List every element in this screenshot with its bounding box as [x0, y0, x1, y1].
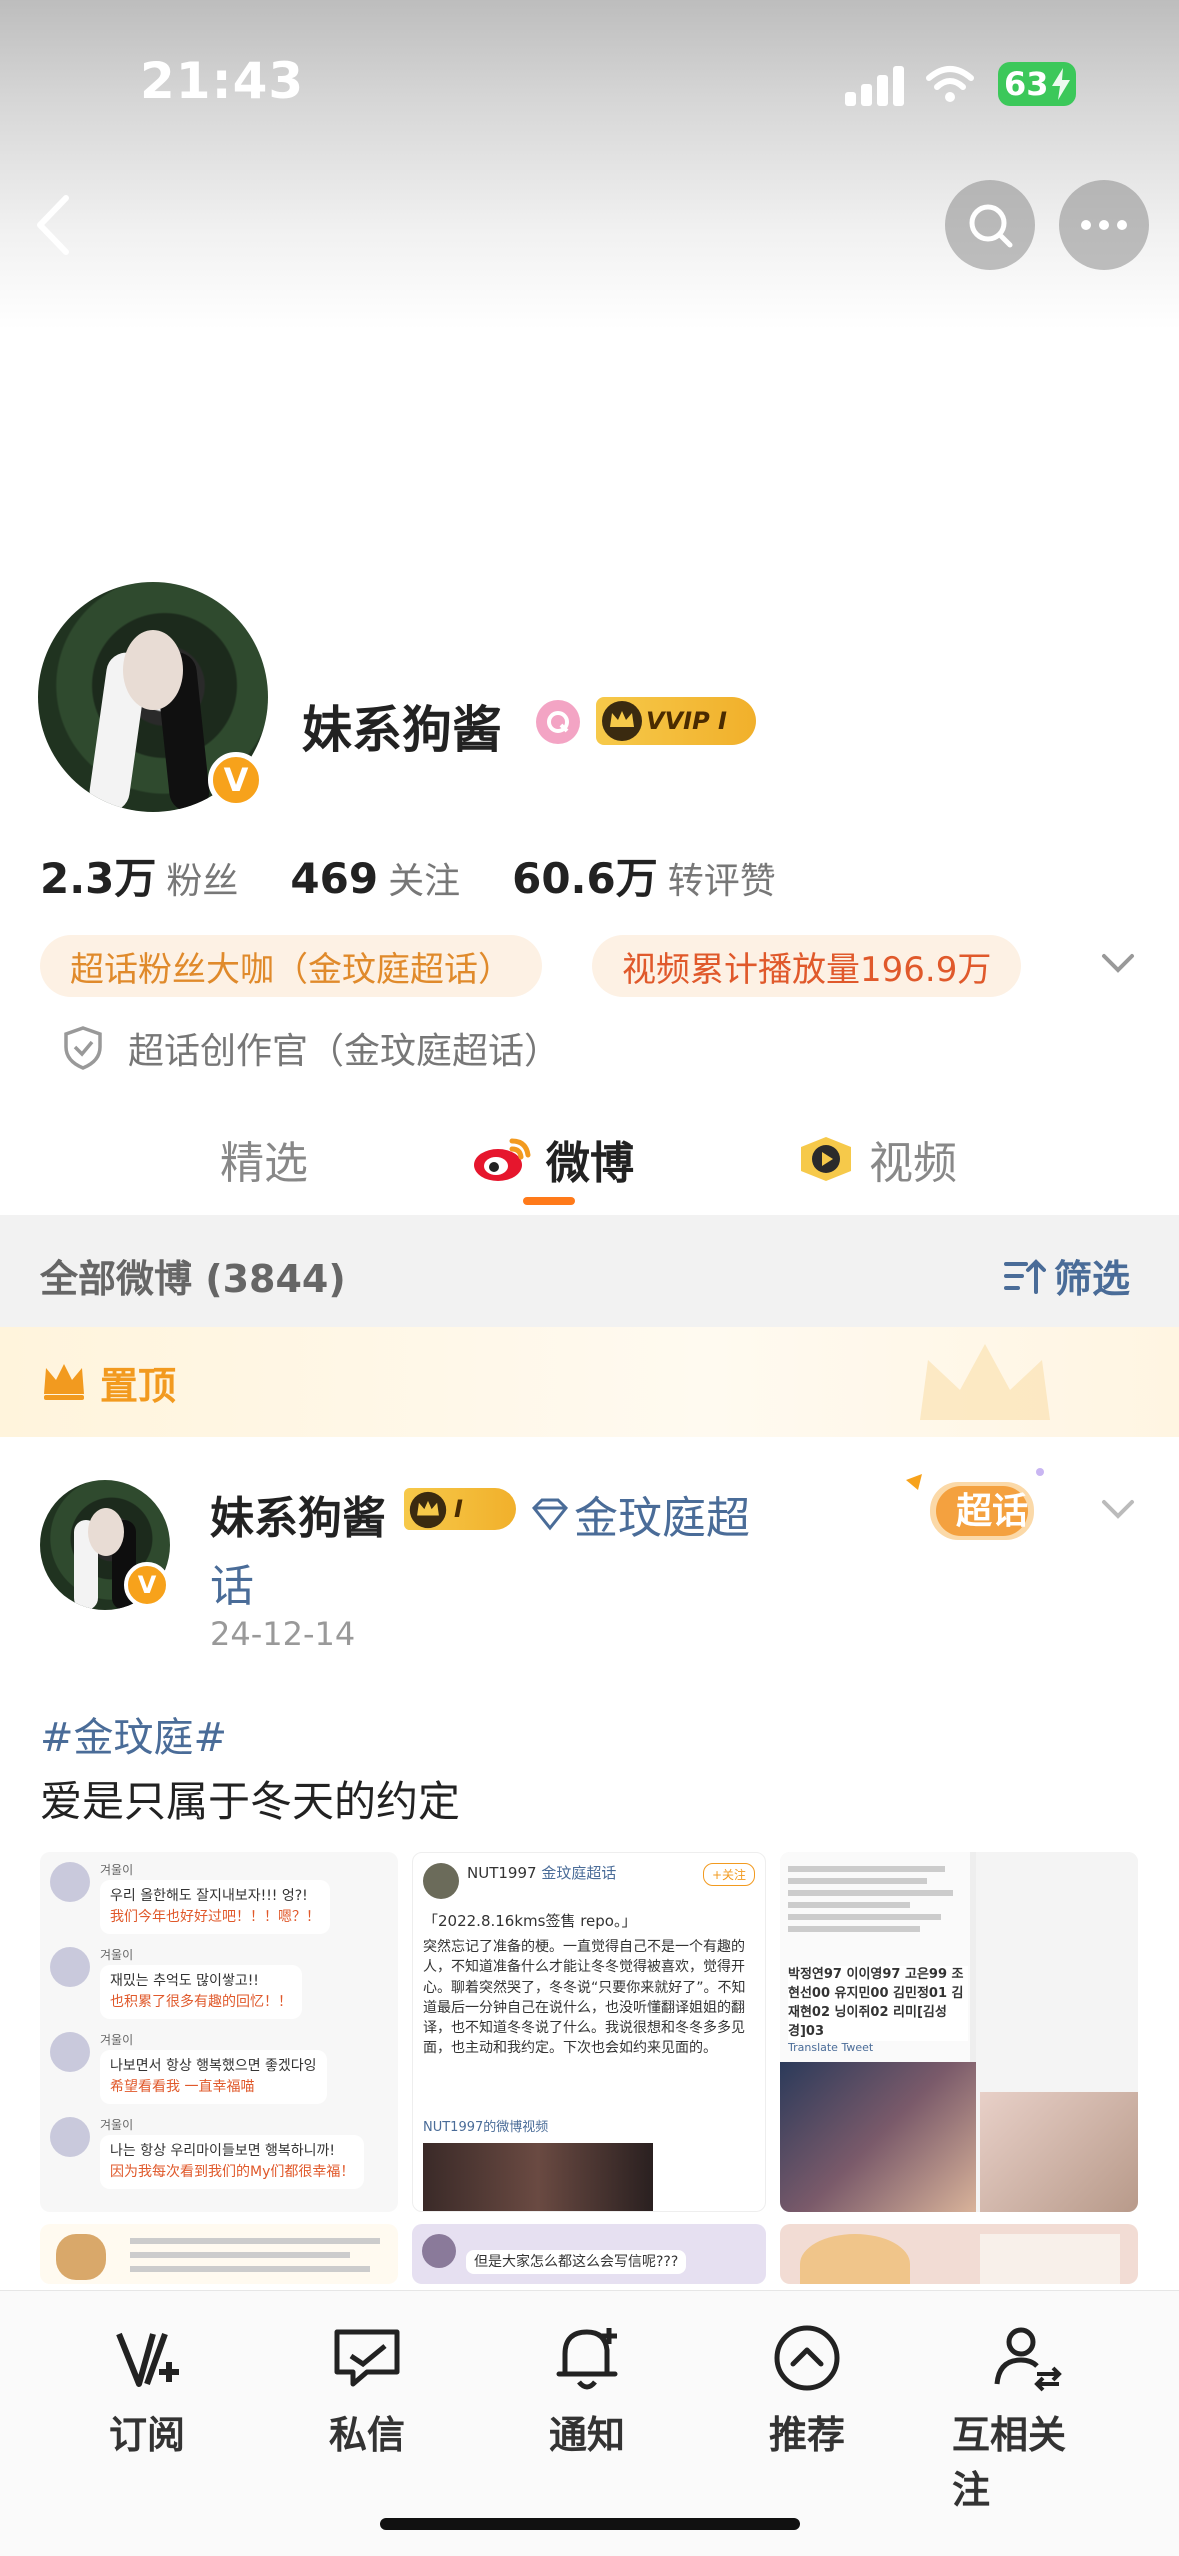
post-date: 24-12-14	[210, 1615, 356, 1653]
post-hashtag[interactable]: #金玟庭#	[40, 1705, 227, 1763]
tab-video[interactable]: 视频	[795, 1127, 957, 1191]
verified-v-icon: V	[124, 1562, 170, 1608]
fans-label[interactable]: 粉丝	[166, 852, 238, 904]
video-plays-chip[interactable]: 视频累计播放量196.9万	[592, 935, 1022, 997]
following-count[interactable]: 469	[290, 854, 378, 903]
creator-title[interactable]: 超话创作官（金玟庭超话）	[62, 1022, 560, 1074]
crown-icon	[409, 1491, 447, 1529]
more-dots-icon	[1081, 220, 1127, 230]
repost-video-link: NUT1997的微博视频	[423, 2120, 549, 2135]
post-image-3[interactable]: 박정연97 이이영97 고은99 조현선00 유지민00 김민정01 김재현02…	[780, 1852, 1138, 2212]
message-icon	[334, 2329, 400, 2387]
post-image-1[interactable]: 겨울이 우리 올한해도 잘지내보자!!! 엉?! 我们今年也好好过吧！！！嗯？！…	[40, 1852, 398, 2212]
level-badge[interactable]: I	[404, 1488, 516, 1530]
repost-video-still	[423, 2143, 653, 2211]
chevron-down-icon[interactable]	[1100, 952, 1136, 976]
post-author-name[interactable]: 妹系狗酱	[210, 1482, 386, 1546]
verified-v-icon: V	[208, 752, 264, 808]
video-play-icon	[801, 1137, 851, 1181]
filter-button[interactable]: 筛选	[1002, 1248, 1130, 1303]
pinned-crown-watermark-icon	[920, 1344, 1050, 1420]
post-image-2[interactable]: NUT1997 金玟庭超话 +关注 「2022.8.16kms签售 repo。」…	[412, 1852, 766, 2212]
search-icon	[969, 204, 1013, 248]
selfie-photo	[980, 2092, 1138, 2212]
repost-avatar	[423, 1863, 459, 1899]
status-time: 21:43	[140, 52, 305, 110]
header-background	[0, 0, 1179, 330]
crown-icon	[44, 1364, 84, 1400]
bell-icon	[556, 2328, 618, 2390]
repost-body: 突然忘记了准备的梗。一直觉得自己不是一个有趣的人，不知道准备什么才能让冬冬觉得被…	[423, 1939, 746, 2057]
signal-icon	[845, 64, 907, 106]
weibo-logo-icon	[474, 1138, 531, 1181]
bear-sticker	[56, 2234, 106, 2280]
nav-messages[interactable]: 私信	[292, 2318, 442, 2459]
nav-notifications[interactable]: 通知	[512, 2318, 662, 2459]
member-badge-icon[interactable]	[536, 700, 580, 744]
back-arrow-icon[interactable]	[30, 190, 80, 260]
home-indicator	[380, 2518, 800, 2530]
more-button[interactable]	[1059, 180, 1149, 270]
profile-name: 妹系狗酱	[302, 701, 502, 759]
subscribe-icon	[116, 2332, 179, 2387]
nav-subscribe[interactable]: 订阅	[72, 2318, 222, 2459]
nav-mutual-follow[interactable]: 互相关注	[952, 2318, 1102, 2514]
charging-bolt-icon	[1052, 68, 1070, 100]
recommend-icon	[774, 2325, 840, 2391]
supertopic-link-cont[interactable]: 话	[210, 1550, 254, 1614]
supertopic-fan-chip[interactable]: 超话粉丝大咖（金玟庭超话）	[40, 935, 542, 997]
tab-weibo[interactable]: 微博	[470, 1127, 634, 1191]
all-posts-count[interactable]: 全部微博 (3844)	[40, 1248, 346, 1303]
concert-photo	[780, 2062, 976, 2212]
shield-icon	[64, 1026, 102, 1070]
likes-count: 60.6万	[512, 854, 658, 903]
post-text: 爱是只属于冬天的约定	[40, 1777, 461, 1826]
crown-icon	[602, 701, 642, 741]
nav-recommend[interactable]: 推荐	[732, 2318, 882, 2459]
repost-follow-button: +关注	[702, 1863, 755, 1886]
active-tab-indicator	[523, 1197, 575, 1205]
post-image-5[interactable]: 但是大家怎么都这么会写信呢???	[412, 2224, 766, 2284]
search-button[interactable]	[945, 180, 1035, 270]
vvip-badge[interactable]: VVIP I	[596, 697, 756, 745]
tab-featured[interactable]: 精选	[220, 1127, 308, 1191]
chevron-down-icon[interactable]	[1100, 1498, 1136, 1522]
mutual-follow-icon	[994, 2327, 1062, 2392]
filter-icon	[1004, 1258, 1046, 1294]
pinned-label: 置顶	[100, 1364, 177, 1408]
likes-label: 转评赞	[667, 861, 776, 902]
member-names-list: 박정연97 이이영97 고은99 조현선00 유지민00 김민정01 김재현02…	[788, 1966, 968, 2042]
battery-indicator: 63	[998, 62, 1076, 106]
supertopic-link[interactable]: 金玟庭超	[530, 1482, 750, 1546]
post-image-6[interactable]	[780, 2224, 1138, 2284]
post-image-4[interactable]	[40, 2224, 398, 2284]
fans-count[interactable]: 2.3万	[40, 845, 156, 906]
profile-stats: 2.3万 粉丝 469 关注 60.6万 转评赞	[40, 845, 828, 906]
repost-header: NUT1997 金玟庭超话	[467, 1864, 617, 1882]
following-label[interactable]: 关注	[388, 852, 460, 904]
repost-quote: 「2022.8.16kms签售 repo。」	[423, 1912, 637, 1930]
supertopic-sticker-label: 超话	[956, 1491, 1029, 1532]
wifi-icon	[926, 66, 974, 102]
translate-tweet-link: Translate Tweet	[788, 2041, 874, 2054]
diamond-icon	[531, 1498, 569, 1531]
chat-question: 但是大家怎么都这么会写信呢???	[466, 2250, 687, 2275]
profile-tabs: 精选 微博 视频	[0, 1115, 1179, 1215]
